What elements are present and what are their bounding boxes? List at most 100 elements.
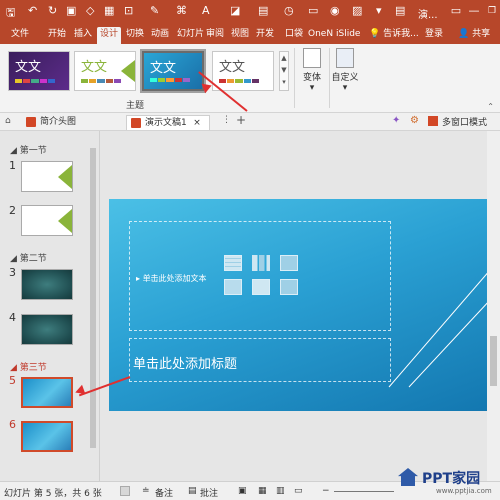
notes-button[interactable]: 备注 — [155, 486, 173, 499]
house-logo-icon — [398, 468, 418, 486]
theme-gallery-scroll[interactable]: ▲ ▼ ▾ — [279, 51, 289, 91]
new-tab-icon[interactable]: + — [236, 113, 246, 127]
insert-video-icon[interactable] — [280, 279, 298, 295]
customize-button[interactable]: 自定义 ▾ — [330, 48, 360, 93]
save-icon[interactable]: 🖫 — [6, 4, 15, 23]
slide-thumb-1[interactable] — [21, 161, 73, 192]
insert-chart-icon[interactable] — [252, 255, 270, 271]
collapse-icon: ◢ — [10, 146, 20, 156]
current-slide[interactable]: ▸ 单击此处添加文本 单击此处添加标题 — [109, 199, 491, 411]
collapse-icon: ◢ — [10, 363, 20, 373]
theme-white[interactable]: 文文 — [212, 51, 274, 91]
slide-thumb-5-selected[interactable] — [21, 377, 73, 408]
slide-number: 1 — [9, 159, 16, 172]
main-scrollbar[interactable] — [487, 131, 500, 481]
slide-number: 5 — [9, 374, 16, 387]
tab-onenote[interactable]: OneN — [305, 27, 336, 44]
slideshow-view-icon[interactable]: ▭ — [294, 486, 303, 496]
slide-thumb-3[interactable] — [21, 269, 73, 300]
scroll-up-icon[interactable]: ▲ — [280, 52, 288, 64]
insert-table-icon[interactable] — [224, 255, 242, 271]
variants-icon — [303, 48, 321, 68]
slide-thumb-6[interactable] — [21, 421, 73, 452]
comments-button[interactable]: 批注 — [200, 486, 218, 499]
tab-pocket[interactable]: 口袋 — [282, 27, 306, 44]
close-icon[interactable]: × — [193, 116, 201, 130]
title-placeholder[interactable]: 单击此处添加标题 — [129, 338, 391, 382]
fill-icon[interactable]: ◪ — [230, 4, 240, 17]
content-placeholder[interactable]: ▸ 单击此处添加文本 — [129, 221, 391, 331]
decorative-lines — [388, 268, 491, 388]
theme-blue-selected[interactable]: 文文 — [140, 49, 206, 93]
insert-online-picture-icon[interactable] — [252, 279, 270, 295]
variants-button[interactable]: 变体 ▾ — [297, 48, 327, 93]
sorter-view-icon[interactable]: ▦ — [258, 486, 267, 496]
doc-tab-intro[interactable]: 简介头图 — [26, 115, 76, 130]
scroll-down-icon[interactable]: ▼ — [280, 64, 288, 76]
record-icon[interactable]: ◉ — [330, 4, 340, 17]
more-icon[interactable]: ▾ — [376, 4, 382, 17]
tab-review[interactable]: 审阅 — [203, 27, 227, 44]
normal-view-icon[interactable]: ▣ — [238, 486, 247, 496]
tab-developer[interactable]: 开发 — [253, 27, 277, 44]
multi-window-mode[interactable]: 多窗口模式 — [442, 115, 487, 128]
present-icon[interactable]: ▣ — [66, 4, 76, 17]
screen-icon[interactable]: ▭ — [308, 4, 318, 17]
table-icon[interactable]: ▦ — [104, 4, 114, 17]
brush-icon[interactable]: ✎ — [150, 4, 159, 17]
tab-animations[interactable]: 动画 — [148, 27, 172, 44]
format-painter-icon[interactable]: ⌘ — [176, 4, 187, 17]
thumbnail-scrollbar[interactable] — [89, 140, 97, 465]
file-icon[interactable]: ▤ — [395, 4, 405, 17]
tab-menu-icon[interactable]: ⋮ — [222, 115, 231, 125]
zoom-slider[interactable] — [334, 491, 394, 492]
group-label-themes: 主题 — [126, 101, 145, 111]
pin-icon[interactable]: ✦ — [392, 115, 400, 126]
grid-icon[interactable]: ▤ — [258, 4, 268, 17]
tab-islide[interactable]: iSlide — [333, 27, 363, 44]
insert-picture-icon[interactable] — [224, 279, 242, 295]
clock-icon[interactable]: ◷ — [284, 4, 294, 17]
chevron-shape — [58, 209, 72, 233]
theme-purple[interactable]: 文文 — [8, 51, 70, 91]
reading-view-icon[interactable]: ▥ — [276, 486, 285, 496]
tab-view[interactable]: 视图 — [228, 27, 252, 44]
collapse-ribbon-icon[interactable]: ⌃ — [487, 102, 494, 111]
font-color-icon[interactable]: A — [202, 4, 210, 17]
crop-icon[interactable]: ⊡ — [124, 4, 133, 17]
zoom-out-icon[interactable]: − — [322, 486, 330, 496]
user-icon: 👤 — [458, 29, 470, 39]
picture-icon[interactable]: ▨ — [352, 4, 362, 17]
insert-smartart-icon[interactable] — [280, 255, 298, 271]
share-button[interactable]: 👤 共享 — [455, 27, 493, 44]
scrollbar-thumb[interactable] — [90, 148, 96, 448]
tab-transitions[interactable]: 切换 — [123, 27, 147, 44]
tab-list-icon[interactable]: ⌂ — [5, 116, 11, 126]
spellcheck-icon[interactable] — [120, 486, 130, 496]
section-2[interactable]: ◢ 第二节 — [10, 251, 47, 264]
tab-file[interactable]: 文件 — [8, 27, 32, 44]
slide-thumb-4[interactable] — [21, 314, 73, 345]
slide-thumb-2[interactable] — [21, 205, 73, 236]
scrollbar-thumb[interactable] — [490, 336, 497, 386]
tell-me-search[interactable]: 💡 告诉我... — [366, 27, 422, 44]
section-3[interactable]: ◢ 第三节 — [10, 360, 47, 373]
lightbulb-icon: 💡 — [369, 29, 381, 39]
tab-insert[interactable]: 插入 — [71, 27, 95, 44]
tab-home[interactable]: 开始 — [45, 27, 69, 44]
undo-icon[interactable]: ↶ — [28, 4, 37, 17]
slide-thumbnail-panel: ◢ 第一节 1 2 ◢ 第二节 3 4 ◢ 第三节 5 6 — [0, 131, 100, 481]
minimize-icon[interactable]: — — [466, 3, 482, 19]
more-themes-icon[interactable]: ▾ — [280, 76, 288, 88]
ribbon-options-icon[interactable]: ▭ — [448, 3, 464, 19]
settings-icon[interactable]: ⚙ — [410, 115, 419, 126]
redo-icon[interactable]: ↻ — [48, 4, 57, 17]
restore-icon[interactable]: ❐ — [484, 3, 500, 19]
theme-green[interactable]: 文文 — [74, 51, 136, 91]
section-1[interactable]: ◢ 第一节 — [10, 143, 47, 156]
tab-design[interactable]: 设计 — [97, 27, 122, 44]
sign-in-link[interactable]: 登录 — [422, 27, 446, 44]
watermark-logo: PPT家园 www.pptjia.com — [396, 462, 500, 500]
shape-icon[interactable]: ◇ — [86, 4, 94, 17]
doc-tab-presentation[interactable]: 演示文稿1 × — [126, 115, 210, 130]
